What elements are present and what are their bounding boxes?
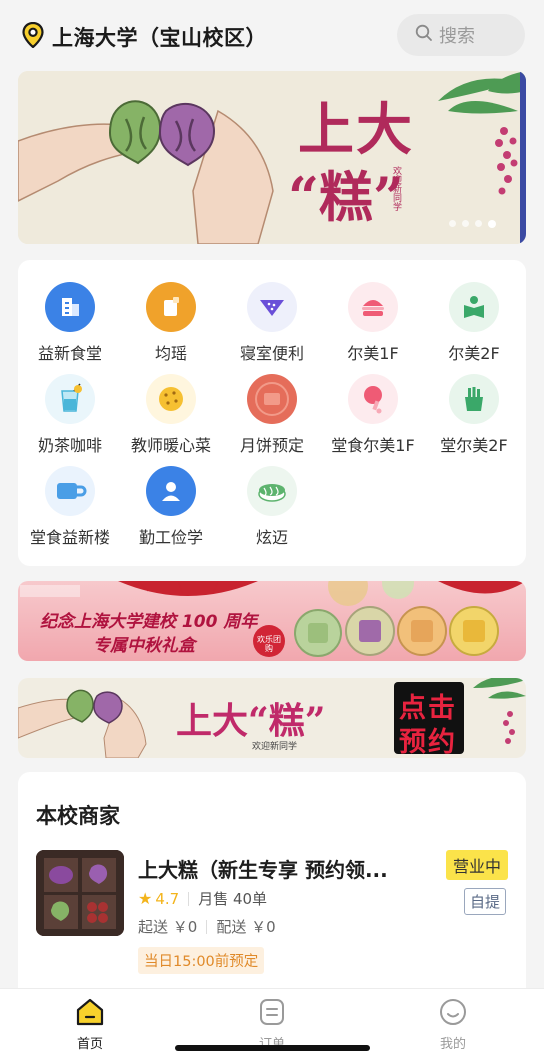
- category-label: 堂尔美2F: [440, 436, 508, 455]
- divider: [188, 891, 190, 906]
- category-item[interactable]: 堂食益新楼: [18, 466, 122, 548]
- carousel-indicators: [449, 220, 496, 228]
- carousel-dot[interactable]: [462, 220, 469, 227]
- search-bar[interactable]: 搜索: [397, 14, 525, 56]
- section-title: 本校商家: [36, 804, 120, 828]
- category-item[interactable]: 均瑶: [119, 282, 223, 364]
- carousel-dot[interactable]: [449, 220, 456, 227]
- merchant-thumbnail[interactable]: [36, 850, 124, 936]
- cake-banner-cta-line2: 预约: [399, 727, 457, 758]
- category-label: 尔美2F: [448, 344, 500, 363]
- home-icon: [75, 998, 105, 1031]
- merchant-section: 本校商家 上大糕（新生专享 预约领... 营业中 自提 ★ 4.7 月售 40单…: [18, 772, 526, 1002]
- cake-banner-title: 上大“糕”: [176, 700, 326, 742]
- category-item[interactable]: 尔美1F: [321, 282, 425, 364]
- category-item[interactable]: 炫迈: [220, 466, 324, 548]
- mug-icon: [45, 466, 95, 516]
- category-item[interactable]: 益新食堂: [18, 282, 122, 364]
- star-icon: ★: [138, 889, 153, 908]
- merchant-rating-row: ★ 4.7 月售 40单: [138, 888, 267, 909]
- category-item[interactable]: 奶茶咖啡: [18, 374, 122, 456]
- nav-item-profile[interactable]: 我的: [413, 997, 493, 1052]
- banner-title-line2: “糕”: [288, 165, 405, 229]
- search-placeholder: 搜索: [439, 26, 475, 47]
- category-item[interactable]: 月饼预定: [220, 374, 324, 456]
- promo-banner-line1: 纪念上海大学建校 100 周年: [40, 612, 258, 632]
- category-label: 勤工俭学: [138, 528, 203, 547]
- divider: [206, 919, 208, 934]
- category-item[interactable]: 堂食尔美1F: [321, 374, 425, 456]
- category-label: 教师暖心菜: [130, 436, 211, 455]
- category-grid: 益新食堂 均瑶 寝室便利 尔美1F 尔美2F 奶茶咖啡 教师暖心菜 月饼预定 堂…: [18, 260, 526, 566]
- category-label: 堂食尔美1F: [331, 436, 415, 455]
- profile-icon: [438, 999, 468, 1031]
- category-label: 堂食益新楼: [29, 528, 110, 547]
- category-label: 寝室便利: [239, 344, 304, 363]
- watermelon-icon: [247, 282, 297, 332]
- merchant-monthly-sales: 月售 40单: [198, 890, 268, 908]
- nav-item-orders[interactable]: 订单: [232, 997, 312, 1052]
- top-bar: 上海大学（宝山校区） 搜索: [0, 0, 544, 70]
- cake-banner-subtitle: 欢迎新同学: [252, 742, 298, 752]
- reading-icon: [449, 282, 499, 332]
- search-icon: [415, 24, 433, 46]
- merchant-name[interactable]: 上大糕（新生专享 预约领...: [138, 854, 388, 883]
- home-indicator: [175, 1045, 370, 1051]
- main-banner-carousel[interactable]: 上大 “糕” 欢迎新同学: [18, 71, 526, 244]
- drink-icon: [45, 374, 95, 424]
- building-icon: [45, 282, 95, 332]
- category-label: 益新食堂: [37, 344, 102, 363]
- category-label: 奶茶咖啡: [37, 436, 102, 455]
- nav-item-home[interactable]: 首页: [50, 997, 130, 1052]
- drumstick-icon: [348, 374, 398, 424]
- order-icon: [257, 999, 287, 1031]
- category-label: 炫迈: [255, 528, 288, 547]
- sushi-icon: [247, 466, 297, 516]
- open-status-badge: 营业中: [446, 850, 509, 880]
- category-item[interactable]: 教师暖心菜: [119, 374, 223, 456]
- category-item[interactable]: 尔美2F: [422, 282, 526, 364]
- carousel-dot-active[interactable]: [488, 220, 496, 228]
- promo-banner-mooncake[interactable]: 纪念上海大学建校 100 周年 专属中秋礼盒 欢乐团购: [18, 581, 526, 661]
- cookie-icon: [146, 374, 196, 424]
- cup-icon: [146, 282, 196, 332]
- category-item[interactable]: 勤工俭学: [119, 466, 223, 548]
- promo-banner-badge: 欢乐团购: [257, 635, 281, 653]
- delivery-fee: 配送 ￥0: [216, 918, 276, 936]
- category-item[interactable]: 寝室便利: [220, 282, 324, 364]
- location-selector[interactable]: 上海大学（宝山校区）: [22, 21, 267, 52]
- banner-subtitle: 欢迎新同学: [391, 166, 401, 211]
- person-icon: [146, 466, 196, 516]
- banner-illustration: [18, 71, 526, 244]
- location-name: 上海大学（宝山校区）: [52, 26, 267, 50]
- nav-label: 首页: [76, 1037, 103, 1052]
- category-item[interactable]: 堂尔美2F: [422, 374, 526, 456]
- nav-label: 我的: [439, 1037, 466, 1052]
- category-label: 尔美1F: [347, 344, 399, 363]
- category-label: 均瑶: [154, 344, 187, 363]
- promo-banner-cake[interactable]: 上大“糕” 欢迎新同学 点击 预约: [18, 678, 526, 758]
- promo-banner-line2: 专属中秋礼盒: [93, 636, 195, 656]
- merchant-fees-row: 起送 ￥0 配送 ￥0: [138, 916, 276, 937]
- preorder-tag: 当日15:00前预定: [138, 947, 265, 974]
- fries-icon: [449, 374, 499, 424]
- pickup-badge: 自提: [464, 888, 507, 915]
- merchant-rating: 4.7: [155, 889, 180, 908]
- min-order: 起送 ￥0: [138, 918, 198, 936]
- burger-icon: [348, 282, 398, 332]
- location-pin-icon: [22, 21, 44, 52]
- category-label: 月饼预定: [239, 436, 304, 455]
- carousel-dot[interactable]: [475, 220, 482, 227]
- mooncake-icon: [247, 374, 297, 424]
